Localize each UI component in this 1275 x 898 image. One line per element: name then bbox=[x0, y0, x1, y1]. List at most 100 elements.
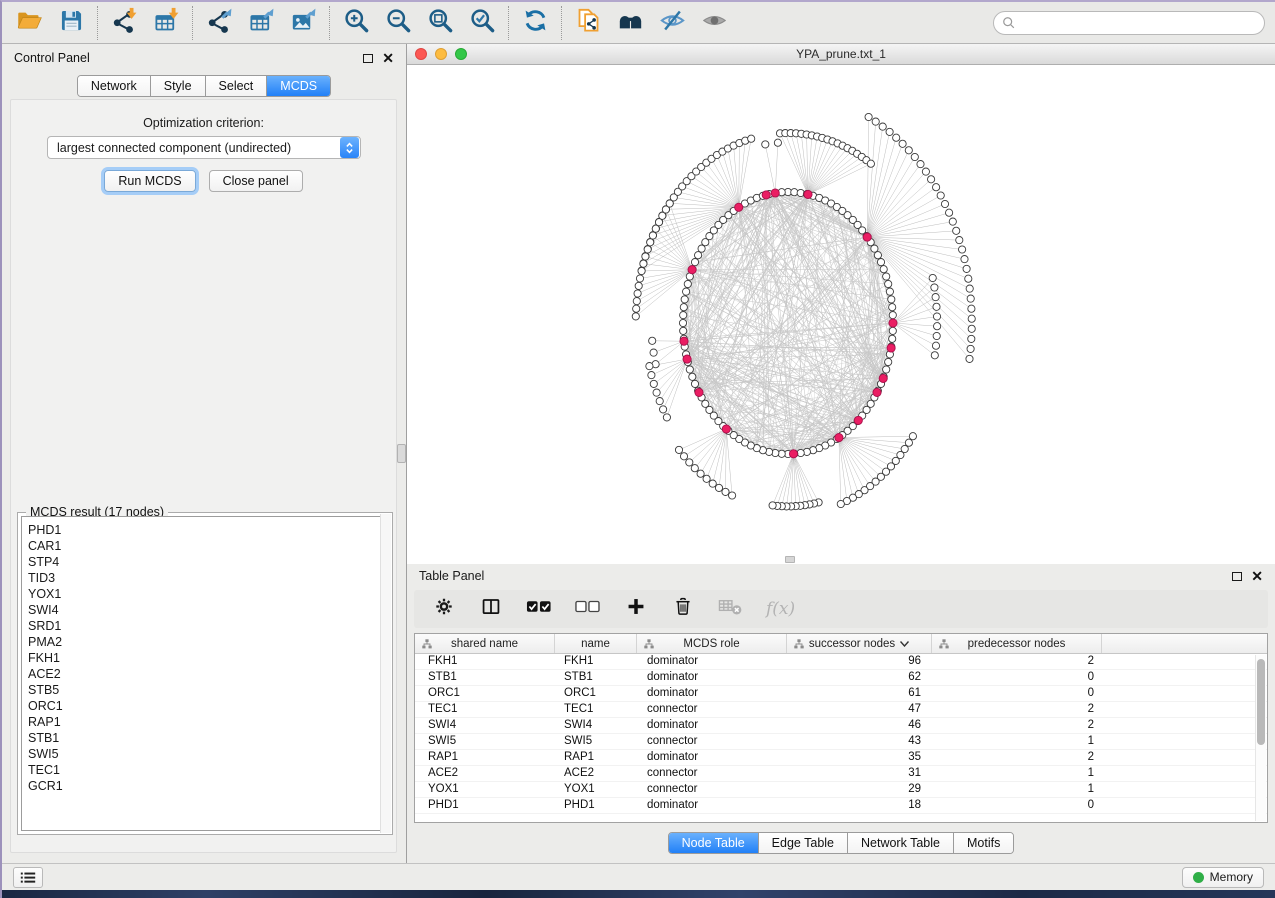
table-cell[interactable]: SWI5 bbox=[555, 734, 637, 749]
table-cell[interactable]: TEC1 bbox=[415, 702, 555, 717]
table-cell[interactable]: STB1 bbox=[415, 670, 555, 685]
mcds-result-item[interactable]: ORC1 bbox=[28, 698, 388, 714]
mcds-result-item[interactable]: PMA2 bbox=[28, 634, 388, 650]
hide-selected-button[interactable] bbox=[651, 6, 693, 40]
table-cell[interactable]: 31 bbox=[787, 766, 932, 781]
mcds-result-item[interactable]: STB1 bbox=[28, 730, 388, 746]
tab-network[interactable]: Network bbox=[78, 76, 151, 96]
table-row[interactable]: PHD1PHD1dominator180 bbox=[415, 798, 1267, 814]
table-cell[interactable]: FKH1 bbox=[415, 654, 555, 669]
mcds-result-item[interactable]: STP4 bbox=[28, 554, 388, 570]
table-cell[interactable]: 29 bbox=[787, 782, 932, 797]
table-cell[interactable]: ACE2 bbox=[555, 766, 637, 781]
table-cell[interactable]: SWI4 bbox=[415, 718, 555, 733]
table-cell[interactable]: 1 bbox=[932, 734, 1102, 749]
mcds-list-scrollbar[interactable] bbox=[380, 514, 391, 833]
column-button[interactable] bbox=[479, 596, 503, 622]
table-scrollbar[interactable] bbox=[1255, 655, 1266, 821]
table-cell[interactable]: ORC1 bbox=[415, 686, 555, 701]
tab-network-table[interactable]: Network Table bbox=[848, 833, 954, 853]
mcds-result-item[interactable]: TID3 bbox=[28, 570, 388, 586]
table-row[interactable]: ORC1ORC1dominator610 bbox=[415, 686, 1267, 702]
show-panels-button[interactable] bbox=[13, 867, 43, 888]
horizontal-splitter-handle[interactable] bbox=[785, 556, 795, 563]
table-cell[interactable]: dominator bbox=[637, 686, 787, 701]
tab-edge-table[interactable]: Edge Table bbox=[759, 833, 848, 853]
table-cell[interactable]: ACE2 bbox=[415, 766, 555, 781]
table-cell[interactable]: 61 bbox=[787, 686, 932, 701]
tab-select[interactable]: Select bbox=[206, 76, 268, 96]
mcds-result-item[interactable]: TEC1 bbox=[28, 762, 388, 778]
table-cell[interactable]: PHD1 bbox=[415, 798, 555, 813]
zoom-selected-button[interactable] bbox=[461, 6, 503, 40]
import-table-button[interactable] bbox=[145, 6, 187, 40]
table-cell[interactable]: 0 bbox=[932, 670, 1102, 685]
table-cell[interactable]: 35 bbox=[787, 750, 932, 765]
table-row[interactable]: ACE2ACE2connector311 bbox=[415, 766, 1267, 782]
export-network-button[interactable] bbox=[198, 6, 240, 40]
deselect-all-button[interactable] bbox=[575, 596, 601, 622]
table-cell[interactable]: SWI5 bbox=[415, 734, 555, 749]
tab-style[interactable]: Style bbox=[151, 76, 206, 96]
table-cell[interactable]: dominator bbox=[637, 798, 787, 813]
table-cell[interactable]: YOX1 bbox=[555, 782, 637, 797]
show-all-button[interactable] bbox=[693, 6, 735, 40]
table-row[interactable]: RAP1RAP1dominator352 bbox=[415, 750, 1267, 766]
mcds-result-item[interactable]: SWI4 bbox=[28, 602, 388, 618]
delete-button[interactable] bbox=[671, 596, 695, 622]
refresh-button[interactable] bbox=[514, 6, 556, 40]
table-cell[interactable]: 2 bbox=[932, 718, 1102, 733]
new-network-from-selection-button[interactable] bbox=[567, 6, 609, 40]
table-row[interactable]: YOX1YOX1connector291 bbox=[415, 782, 1267, 798]
tab-node-table[interactable]: Node Table bbox=[669, 833, 759, 853]
table-cell[interactable]: 96 bbox=[787, 654, 932, 669]
table-cell[interactable]: connector bbox=[637, 734, 787, 749]
close-table-panel-icon[interactable]: ✕ bbox=[1251, 571, 1263, 581]
column-header-predecessor-nodes[interactable]: predecessor nodes bbox=[932, 634, 1102, 653]
table-row[interactable]: SWI4SWI4dominator462 bbox=[415, 718, 1267, 734]
table-cell[interactable]: STB1 bbox=[555, 670, 637, 685]
column-header-MCDS-role[interactable]: MCDS role bbox=[637, 634, 787, 653]
table-cell[interactable]: connector bbox=[637, 782, 787, 797]
save-button[interactable] bbox=[50, 6, 92, 40]
table-cell[interactable]: dominator bbox=[637, 670, 787, 685]
memory-button[interactable]: Memory bbox=[1182, 867, 1264, 888]
table-row[interactable]: TEC1TEC1connector472 bbox=[415, 702, 1267, 718]
table-cell[interactable]: PHD1 bbox=[555, 798, 637, 813]
table-cell[interactable]: connector bbox=[637, 702, 787, 717]
table-cell[interactable]: 0 bbox=[932, 686, 1102, 701]
add-button[interactable] bbox=[624, 596, 648, 622]
mcds-result-item[interactable]: YOX1 bbox=[28, 586, 388, 602]
mcds-result-item[interactable]: SRD1 bbox=[28, 618, 388, 634]
network-graph[interactable] bbox=[407, 65, 1275, 564]
mcds-result-item[interactable]: GCR1 bbox=[28, 778, 388, 794]
table-cell[interactable]: RAP1 bbox=[555, 750, 637, 765]
table-cell[interactable]: dominator bbox=[637, 718, 787, 733]
table-cell[interactable]: dominator bbox=[637, 750, 787, 765]
close-panel-icon[interactable]: ✕ bbox=[382, 53, 394, 63]
table-row[interactable]: FKH1FKH1dominator962 bbox=[415, 654, 1267, 670]
table-cell[interactable]: FKH1 bbox=[555, 654, 637, 669]
search-input[interactable] bbox=[1021, 16, 1256, 30]
run-mcds-button[interactable]: Run MCDS bbox=[104, 170, 195, 192]
mcds-result-item[interactable]: RAP1 bbox=[28, 714, 388, 730]
mcds-result-item[interactable]: STB5 bbox=[28, 682, 388, 698]
mcds-result-item[interactable]: PHD1 bbox=[28, 522, 388, 538]
optimization-criterion-select[interactable]: largest connected component (undirected) bbox=[47, 136, 361, 159]
mcds-result-list[interactable]: PHD1CAR1STP4TID3YOX1SWI4SRD1PMA2FKH1ACE2… bbox=[21, 516, 389, 831]
column-header-successor-nodes[interactable]: successor nodes bbox=[787, 634, 932, 653]
table-cell[interactable]: 43 bbox=[787, 734, 932, 749]
vertical-splitter-handle[interactable] bbox=[397, 444, 406, 463]
tab-motifs[interactable]: Motifs bbox=[954, 833, 1013, 853]
zoom-in-button[interactable] bbox=[335, 6, 377, 40]
zoom-fit-button[interactable] bbox=[419, 6, 461, 40]
zoom-out-button[interactable] bbox=[377, 6, 419, 40]
table-cell[interactable]: 47 bbox=[787, 702, 932, 717]
table-cell[interactable]: 46 bbox=[787, 718, 932, 733]
network-canvas[interactable] bbox=[407, 65, 1275, 564]
select-all-button[interactable] bbox=[526, 596, 552, 622]
tab-mcds[interactable]: MCDS bbox=[267, 76, 330, 96]
table-cell[interactable]: 1 bbox=[932, 782, 1102, 797]
search-box[interactable] bbox=[993, 11, 1265, 35]
open-file-button[interactable] bbox=[8, 6, 50, 40]
